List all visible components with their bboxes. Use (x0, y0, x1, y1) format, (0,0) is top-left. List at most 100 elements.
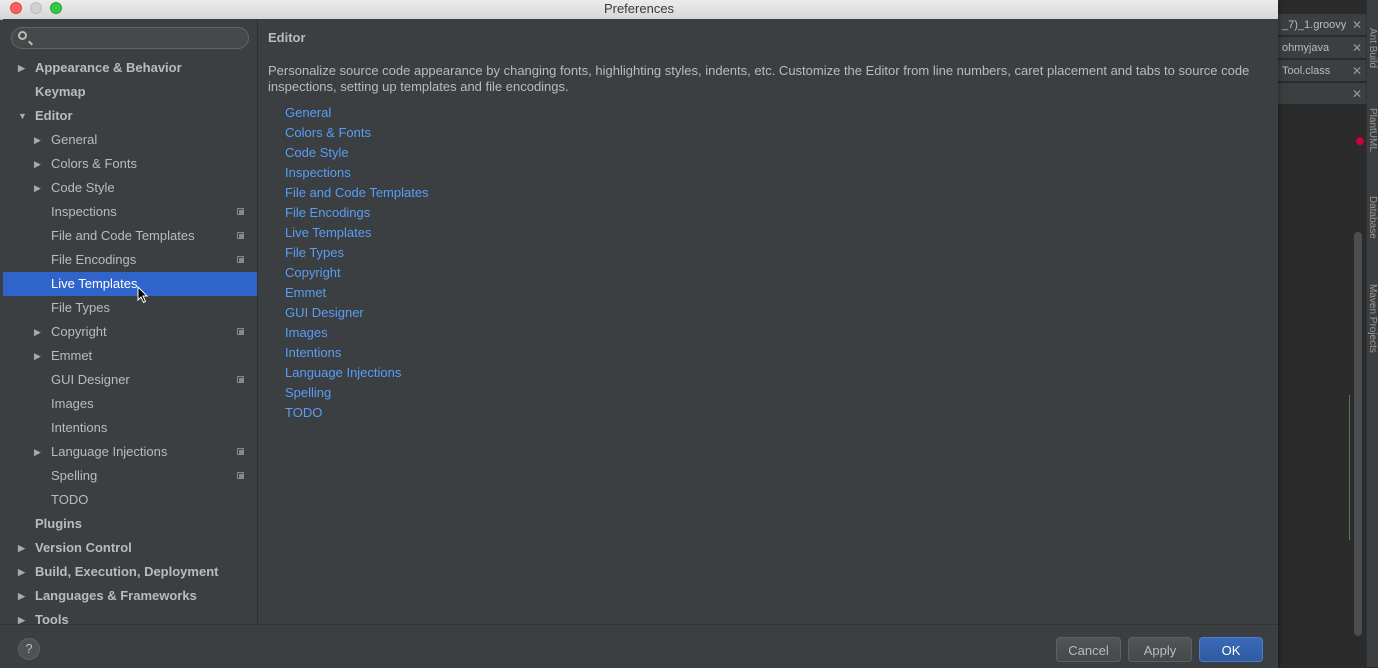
link-copyright[interactable]: Copyright (285, 264, 341, 282)
ide-gutter-line (1349, 395, 1350, 540)
ide-tab-label: ohmyjava (1282, 42, 1330, 54)
project-scope-icon (237, 232, 244, 239)
page-description: Personalize source code appearance by ch… (268, 63, 1250, 94)
sidebar-item-plugins[interactable]: Plugins (3, 512, 257, 536)
chevron-right-icon[interactable] (34, 344, 44, 368)
plantuml-tool-label[interactable]: PlantUML (1366, 108, 1378, 152)
project-scope-icon (237, 328, 244, 335)
chevron-right-icon[interactable] (18, 584, 28, 608)
sidebar-item-label: Tools (35, 612, 69, 624)
settings-tree: Appearance & Behavior Keymap Editor General… (3, 19, 258, 624)
sidebar-item-code-style[interactable]: Code Style (3, 176, 257, 200)
close-icon[interactable]: ✕ (1352, 37, 1362, 58)
error-indicator-icon (1356, 137, 1364, 145)
ant-build-tool-label[interactable]: Ant Build (1366, 28, 1378, 68)
sidebar-item-live-templates[interactable]: Live Templates (3, 272, 257, 296)
search-box[interactable] (11, 27, 249, 49)
sidebar-item-inspections[interactable]: Inspections (3, 200, 257, 224)
search-input[interactable] (36, 30, 236, 46)
sidebar-item-file-and-code-templates[interactable]: File and Code Templates (3, 224, 257, 248)
sidebar-item-label: Images (51, 396, 94, 411)
sidebar-item-label: Copyright (51, 324, 107, 339)
sidebar-item-label: Code Style (51, 180, 115, 195)
close-icon[interactable]: ✕ (1352, 83, 1362, 104)
link-language-injections[interactable]: Language Injections (285, 364, 401, 382)
help-button[interactable]: ? (18, 638, 40, 660)
link-intentions[interactable]: Intentions (285, 344, 341, 362)
sidebar-item-label: File Types (51, 300, 111, 315)
link-file-encodings[interactable]: File Encodings (285, 204, 370, 222)
sidebar-item-colors-fonts[interactable]: Colors & Fonts (3, 152, 257, 176)
sidebar-item-file-encodings[interactable]: File Encodings (3, 248, 257, 272)
ide-tab[interactable]: Tool.class ✕ (1278, 60, 1366, 82)
chevron-right-icon[interactable] (18, 56, 28, 80)
link-file-types[interactable]: File Types (285, 244, 344, 262)
sidebar-item-appearance-behavior[interactable]: Appearance & Behavior (3, 56, 257, 80)
ide-tab[interactable]: ohmyjava ✕ (1278, 37, 1366, 59)
close-icon[interactable]: ✕ (1352, 60, 1362, 81)
link-inspections[interactable]: Inspections (285, 164, 351, 182)
sidebar-item-label: GUI Designer (51, 372, 130, 387)
chevron-right-icon[interactable] (18, 608, 28, 624)
sidebar-item-label: TODO (51, 492, 89, 507)
project-scope-icon (237, 256, 244, 263)
ide-scrollbar[interactable] (1354, 232, 1362, 636)
chevron-right-icon[interactable] (34, 320, 44, 344)
link-code-style[interactable]: Code Style (285, 144, 349, 162)
window-title: Preferences (603, 1, 675, 16)
sidebar-item-todo[interactable]: TODO (3, 488, 257, 512)
link-gui-designer[interactable]: GUI Designer (285, 304, 364, 322)
link-file-and-code-templates[interactable]: File and Code Templates (285, 184, 429, 202)
chevron-right-icon[interactable] (34, 176, 44, 200)
chevron-right-icon[interactable] (34, 152, 44, 176)
chevron-right-icon[interactable] (34, 440, 44, 464)
sidebar-item-label: Inspections (51, 204, 117, 219)
sidebar-item-file-types[interactable]: File Types (3, 296, 257, 320)
apply-button[interactable]: Apply (1128, 637, 1192, 662)
chevron-right-icon[interactable] (18, 560, 28, 584)
maven-projects-tool-label[interactable]: Maven Projects (1366, 284, 1378, 353)
link-todo[interactable]: TODO (285, 404, 322, 422)
cancel-button[interactable]: Cancel (1056, 637, 1121, 662)
link-colors-fonts[interactable]: Colors & Fonts (285, 124, 371, 142)
page-title: Editor (268, 30, 306, 45)
ok-button[interactable]: OK (1199, 637, 1263, 662)
title-bar[interactable]: Preferences (0, 0, 1278, 20)
database-tool-label[interactable]: Database (1366, 196, 1378, 239)
sidebar-item-intentions[interactable]: Intentions (3, 416, 257, 440)
sidebar-item-keymap[interactable]: Keymap (3, 80, 257, 104)
chevron-right-icon[interactable] (18, 536, 28, 560)
sidebar-item-tools[interactable]: Tools (3, 608, 257, 624)
sidebar-item-spelling[interactable]: Spelling (3, 464, 257, 488)
sidebar-item-language-injections[interactable]: Language Injections (3, 440, 257, 464)
ide-tab-label: _7)_1.groovy (1282, 19, 1347, 31)
sidebar-item-general[interactable]: General (3, 128, 257, 152)
ide-tab[interactable]: _7)_1.groovy ✕ (1278, 14, 1366, 36)
sidebar-item-languages-frameworks[interactable]: Languages & Frameworks (3, 584, 257, 608)
sidebar-item-version-control[interactable]: Version Control (3, 536, 257, 560)
mouse-cursor-icon (137, 286, 149, 304)
preferences-dialog: Preferences Appearance & Behavior Keymap E… (0, 0, 1278, 668)
chevron-down-icon[interactable] (18, 104, 28, 128)
sidebar-item-label: Version Control (35, 540, 132, 555)
link-live-templates[interactable]: Live Templates (285, 224, 371, 242)
ide-tab[interactable]: ✕ (1278, 83, 1366, 105)
link-general[interactable]: General (285, 104, 331, 122)
sidebar-item-images[interactable]: Images (3, 392, 257, 416)
sidebar-item-label: Build, Execution, Deployment (35, 564, 219, 579)
sidebar-item-copyright[interactable]: Copyright (3, 320, 257, 344)
sidebar-item-build-execution-deployment[interactable]: Build, Execution, Deployment (3, 560, 257, 584)
close-icon[interactable]: ✕ (1352, 14, 1362, 35)
sidebar-item-label: Keymap (35, 84, 86, 99)
chevron-right-icon[interactable] (34, 128, 44, 152)
sidebar-item-editor[interactable]: Editor (3, 104, 257, 128)
sidebar-item-emmet[interactable]: Emmet (3, 344, 257, 368)
sidebar-item-gui-designer[interactable]: GUI Designer (3, 368, 257, 392)
link-spelling[interactable]: Spelling (285, 384, 331, 402)
sidebar-item-label: Colors & Fonts (51, 156, 137, 171)
sidebar-item-label: Language Injections (51, 444, 168, 459)
sidebar-item-label: Emmet (51, 348, 93, 363)
sidebar-item-label: Intentions (51, 420, 108, 435)
link-emmet[interactable]: Emmet (285, 284, 326, 302)
link-images[interactable]: Images (285, 324, 328, 342)
